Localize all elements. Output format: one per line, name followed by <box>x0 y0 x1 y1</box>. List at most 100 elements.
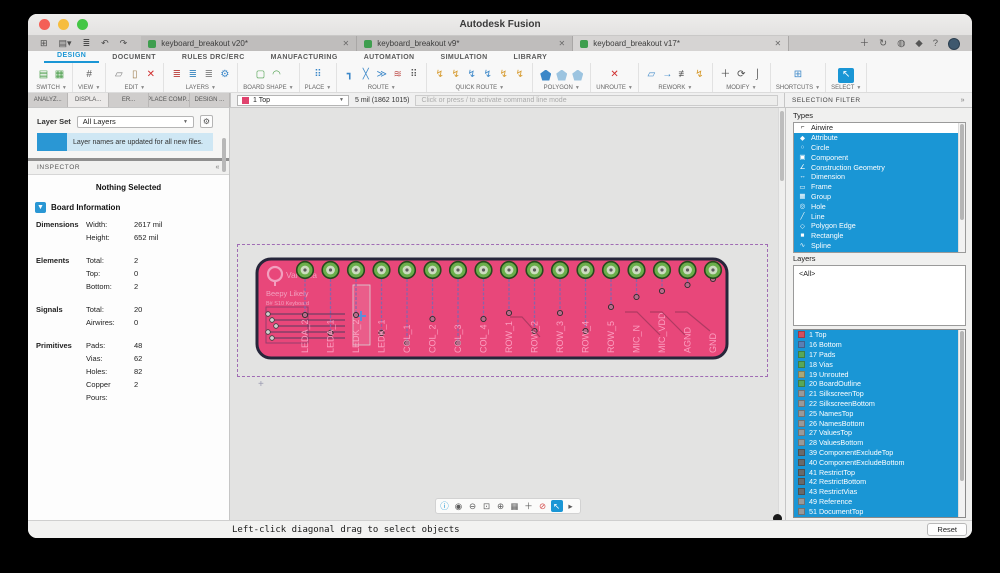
layer-item-41[interactable]: 41 RestrictTop <box>794 467 965 477</box>
layer-settings-icon[interactable]: ⚙ <box>217 68 232 83</box>
delete-icon[interactable]: ✕ <box>143 68 158 83</box>
type-item-construction-geometry[interactable]: ∠Construction Geometry <box>794 162 965 172</box>
layer-item-21[interactable]: 21 SilkscreenTop <box>794 389 965 399</box>
expand-icon[interactable]: » <box>961 97 965 104</box>
chevron-down-icon[interactable]: ▼ <box>687 85 692 91</box>
wrench-icon[interactable]: ⌡ <box>750 68 765 83</box>
chevron-down-icon[interactable]: ▼ <box>211 85 216 91</box>
save-icon[interactable]: ≣ <box>83 39 91 48</box>
layer-stack-blue-icon[interactable]: ≣ <box>185 68 200 83</box>
redo-icon[interactable]: ↷ <box>120 39 128 48</box>
polygon-cutout-icon[interactable] <box>570 68 585 83</box>
layer-sets-list[interactable]: <All> <box>793 265 966 326</box>
reset-button[interactable]: Reset <box>927 523 967 536</box>
type-item-text[interactable]: TText <box>794 250 965 253</box>
quick-route-bus-icon[interactable]: ↯ <box>464 68 479 83</box>
chevron-down-icon[interactable]: ▼ <box>752 85 757 91</box>
menu-simulation[interactable]: SIMULATION <box>428 54 501 63</box>
active-layer-dropdown[interactable]: 1 Top ▼ <box>237 95 349 106</box>
rework-lines-icon[interactable]: ≢ <box>676 68 691 83</box>
panel-tab-design[interactable]: DESIGN ... <box>190 93 230 107</box>
type-item-hole[interactable]: ◎Hole <box>794 201 965 211</box>
layers-scrollbar[interactable] <box>958 330 965 517</box>
polygon-outline-icon[interactable] <box>554 68 569 83</box>
route-manual-icon[interactable]: ┓ <box>342 68 357 83</box>
menu-library[interactable]: LIBRARY <box>501 54 561 63</box>
layer-item-43[interactable]: 43 RestrictVias <box>794 487 965 497</box>
layer-item-1[interactable]: 1 Top <box>794 330 965 340</box>
extensions-icon[interactable]: ◍ <box>897 39 905 49</box>
route-dots-icon[interactable]: ⠿ <box>406 68 421 83</box>
polygon-pour-icon[interactable] <box>538 68 553 83</box>
layer-item-26[interactable]: 26 NamesBottom <box>794 418 965 428</box>
layer-item-22[interactable]: 22 SilkscreenBottom <box>794 399 965 409</box>
rework-arrow-icon[interactable]: → <box>660 68 675 83</box>
collapse-icon[interactable]: « <box>216 164 221 171</box>
pcb-canvas[interactable]: VarOft.aBeepy LikelyB# S10 KeyboardLEDA_… <box>230 108 785 520</box>
menu-manufacturing[interactable]: MANUFACTURING <box>258 54 351 63</box>
document-tab-1[interactable]: keyboard_breakout v20*✕ <box>141 36 357 51</box>
unroute-icon[interactable]: ✕ <box>607 68 622 83</box>
stop-icon[interactable]: ⊘ <box>537 500 549 512</box>
layer-item-40[interactable]: 40 ComponentExcludeBottom <box>794 457 965 467</box>
layer-item-39[interactable]: 39 ComponentExcludeTop <box>794 448 965 458</box>
quick-route-diff-icon[interactable]: ↯ <box>480 68 495 83</box>
quick-route-icon[interactable]: ↯ <box>432 68 447 83</box>
view-grid-icon[interactable]: # <box>82 68 97 83</box>
chevron-down-icon[interactable]: ▼ <box>628 85 633 91</box>
via-stack-icon[interactable]: ≋ <box>390 68 405 83</box>
chevron-down-icon[interactable]: ▼ <box>289 85 294 91</box>
close-tab-icon[interactable]: ✕ <box>343 39 350 48</box>
new-tab-icon[interactable]: ＋ <box>860 39 870 49</box>
type-item-line[interactable]: ╱Line <box>794 211 965 221</box>
chevron-down-icon[interactable]: ▼ <box>499 85 504 91</box>
gear-icon[interactable]: ⚙ <box>200 115 213 128</box>
move-icon[interactable]: ＋ <box>718 68 733 83</box>
menu-rules-drc-erc[interactable]: RULES DRC/ERC <box>169 54 258 63</box>
types-scrollbar[interactable] <box>958 123 965 252</box>
crosshair-icon[interactable]: ＋ <box>523 500 535 512</box>
layer-stack-gray-icon[interactable]: ≣ <box>201 68 216 83</box>
zoom-fit-icon[interactable]: ⊕ <box>495 500 507 512</box>
undo-icon[interactable]: ↶ <box>101 39 109 48</box>
grid-icon[interactable]: ▦ <box>509 500 521 512</box>
layer-item-20[interactable]: 20 BoardOutline <box>794 379 965 389</box>
paste-icon[interactable]: ▯ <box>127 68 142 83</box>
document-tab-3[interactable]: keyboard_breakout v17*✕ <box>573 36 789 51</box>
close-tab-icon[interactable]: ✕ <box>775 39 782 48</box>
pointer-menu-icon[interactable]: ▸ <box>565 500 577 512</box>
panel-tab-analyz[interactable]: ANALYZ... <box>28 93 68 107</box>
avatar[interactable] <box>948 38 960 50</box>
layer-item-49[interactable]: 49 Reference <box>794 497 965 507</box>
new-file-icon[interactable]: ▤▾ <box>59 39 72 48</box>
job-status-icon[interactable]: ↻ <box>879 39 887 49</box>
layer-item-18[interactable]: 18 Vias <box>794 359 965 369</box>
document-tab-2[interactable]: keyboard_breakout v9*✕ <box>357 36 573 51</box>
zoom-out-icon[interactable]: ⊖ <box>467 500 479 512</box>
type-item-dimension[interactable]: ↔Dimension <box>794 172 965 182</box>
shortcuts-icon[interactable]: ⊞ <box>790 68 805 83</box>
chevron-down-icon[interactable]: ▼ <box>856 85 861 91</box>
left-panel-scrollbar[interactable] <box>222 138 226 172</box>
layer-set-dropdown[interactable]: All Layers ▼ <box>77 116 194 128</box>
chevron-down-icon[interactable]: ▼ <box>815 85 820 91</box>
select-mode-icon[interactable]: ↖ <box>551 500 563 512</box>
switch-schematic-icon[interactable]: ▤ <box>36 68 51 83</box>
menu-design[interactable]: DESIGN <box>44 52 99 63</box>
layer-item-27[interactable]: 27 ValuesTop <box>794 428 965 438</box>
rework-polygon-icon[interactable]: ▱ <box>644 68 659 83</box>
quick-route-single-icon[interactable]: ↯ <box>496 68 511 83</box>
layer-item-17[interactable]: 17 Pads <box>794 350 965 360</box>
type-item-group[interactable]: ▦Group <box>794 192 965 202</box>
board-information-header[interactable]: ▼ Board Information <box>28 199 229 218</box>
pcb-board[interactable]: VarOft.aBeepy LikelyB# S10 KeyboardLEDA_… <box>255 257 729 360</box>
app-grid-icon[interactable]: ⊞ <box>40 39 48 48</box>
chevron-down-icon[interactable]: ▼ <box>326 85 331 91</box>
layer-stack-color-icon[interactable]: ≣ <box>169 68 184 83</box>
layer-item-16[interactable]: 16 Bottom <box>794 340 965 350</box>
type-item-polygon-edge[interactable]: ◇Polygon Edge <box>794 221 965 231</box>
zoom-window-icon[interactable]: ⊡ <box>481 500 493 512</box>
panel-tab-displa[interactable]: DISPLA... <box>68 93 108 107</box>
layer-item-28[interactable]: 28 ValuesBottom <box>794 438 965 448</box>
chevron-down-icon[interactable]: ▼ <box>575 85 580 91</box>
